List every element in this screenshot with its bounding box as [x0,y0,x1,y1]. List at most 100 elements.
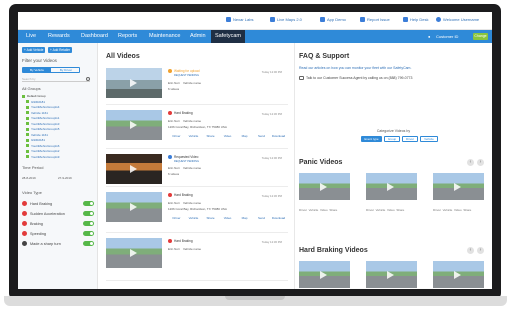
add-vehicle-button[interactable]: + Add Vehicle [22,47,46,53]
nav-reports[interactable]: Reports [118,33,137,39]
next-arrow-icon[interactable]: › [477,247,484,254]
thumb-action[interactable]: Driver [299,208,307,212]
event-time: Today 12:00 PM [261,70,282,74]
nav-live[interactable]: Live [26,33,36,39]
video-card[interactable]: Hard Braking Today 12:30 PM Erin Nori Ve… [106,189,288,233]
action-map[interactable]: Map [236,134,253,138]
nav-admin[interactable]: Admin [190,33,206,39]
group-tree: Default Group G9302181 YoutriMehroGroupG… [22,94,94,160]
video-type-toggle[interactable] [83,231,94,236]
checkbox-icon [22,94,25,98]
topbar-link[interactable]: App Demo [320,17,346,23]
thumb-action[interactable]: Share [396,208,404,212]
nav-maintenance[interactable]: Maintenance [149,33,181,39]
action-video[interactable]: Video [219,134,236,138]
category-group[interactable]: Group [384,136,400,142]
event-text: Hard Braking [174,239,193,243]
topbar-link[interactable]: Live Maps 2.0 [270,17,302,23]
braking-video-thumb[interactable] [299,261,350,288]
prev-arrow-icon[interactable]: ‹ [467,247,474,254]
hard-braking-videos-title: Hard Braking Videos [299,247,368,254]
video-type-row: Speeding [22,230,96,238]
topbar-link[interactable]: Nexar Labs [226,17,253,23]
nav-dashboard[interactable]: Dashboard [81,33,108,39]
nav-safetycam[interactable]: Safetycam [211,30,245,43]
action-driver[interactable]: Driver [168,216,185,220]
action-video[interactable]: Video [219,216,236,220]
video-thumbnail[interactable] [106,192,162,222]
bell-icon[interactable]: ● [428,34,430,39]
avatar [436,17,441,23]
action-share[interactable]: Share [202,216,219,220]
video-card[interactable]: Hard Braking Today 12:30 PM Erin Nori Ve… [106,107,288,149]
category-driver[interactable]: Driver [402,136,418,142]
video-card[interactable]: Requested Video REQUEST PENDING Today 12… [106,151,288,187]
change-customer-button[interactable]: Change [473,33,488,40]
action-share[interactable]: Share [202,134,219,138]
search-icon [86,77,90,81]
topbar-link-label: Live Maps 2.0 [277,17,302,22]
action-send[interactable]: Send [253,134,270,138]
video-type-toggle[interactable] [83,221,94,226]
panic-video-thumb[interactable] [433,173,484,200]
panic-video-thumb[interactable] [366,173,417,200]
vehicle-name: Vehicle name [183,119,202,123]
play-icon [454,271,461,279]
add-retailer-button[interactable]: + Add Retailer [48,47,73,53]
category-event-type[interactable]: Event type [361,136,382,142]
topbar-link[interactable]: Help Desk [403,17,428,23]
date-to-field[interactable]: 27-9-2019 [58,176,72,180]
panic-videos-title: Panic Videos [299,159,343,166]
checkbox-icon [26,133,29,137]
video-thumbnail[interactable] [106,68,162,98]
tree-label: G9302181 [31,99,46,104]
category-vehicle[interactable]: Vehicle [420,136,438,142]
video-card[interactable]: Hard Braking Today 12:30 PM Erin Nori Ve… [106,235,288,281]
nav-rewards[interactable]: Rewards [48,33,70,39]
thumb-action[interactable]: Driver [433,208,441,212]
video-type-label: Made a sharp turn [30,241,61,246]
checkbox-icon [26,100,29,104]
action-vehicle[interactable]: Vehicle [185,216,202,220]
video-type-toggle[interactable] [83,241,94,246]
thumb-action[interactable]: Video [454,208,462,212]
thumb-action[interactable]: Share [463,208,471,212]
action-download[interactable]: Download [270,134,287,138]
video-thumbnail[interactable] [106,154,162,184]
topbar-link[interactable]: Report Issue [360,17,390,23]
action-vehicle[interactable]: Vehicle [185,134,202,138]
thumb-action[interactable]: Vehicle [376,208,386,212]
video-thumbnail[interactable] [106,238,162,268]
faq-link[interactable]: Read our articles on how you can monitor… [299,66,411,70]
video-thumbnail[interactable] [106,110,162,140]
next-arrow-icon[interactable]: › [477,159,484,166]
user-menu[interactable]: Welcome Username [436,17,479,23]
thumb-action[interactable]: Video [320,208,328,212]
event-text: Hard Braking [174,111,193,115]
play-icon [454,183,461,191]
thumb-action[interactable]: Video [387,208,395,212]
prev-arrow-icon[interactable]: ‹ [467,159,474,166]
video-type-toggle[interactable] [83,201,94,206]
tab-by-driver[interactable]: By Driver [52,68,80,73]
action-download[interactable]: Download [270,216,287,220]
video-card[interactable]: Waiting for upload REQUEST PENDING Today… [106,65,288,105]
panic-video-thumb[interactable] [299,173,350,200]
search-input[interactable]: Search by [22,77,90,82]
action-send[interactable]: Send [253,216,270,220]
tree-item[interactable]: YoutriMehroGroupG9 [22,155,94,161]
tab-by-vehicle[interactable]: By Vehicle [23,68,51,73]
thumb-action[interactable]: Vehicle [309,208,319,212]
action-map[interactable]: Map [236,216,253,220]
video-type-toggle[interactable] [83,211,94,216]
tree-label: YoutriMehroGroupG3 [31,121,60,126]
thumb-action[interactable]: Driver [366,208,374,212]
braking-video-thumb[interactable] [433,261,484,288]
play-icon [320,271,327,279]
thumb-action[interactable]: Share [329,208,337,212]
action-driver[interactable]: Driver [168,134,185,138]
thumb-action[interactable]: Vehicle [443,208,453,212]
date-from-field[interactable]: 28-8-2019 [22,176,36,180]
event-text: Waiting for upload [174,69,200,73]
braking-video-thumb[interactable] [366,261,417,288]
